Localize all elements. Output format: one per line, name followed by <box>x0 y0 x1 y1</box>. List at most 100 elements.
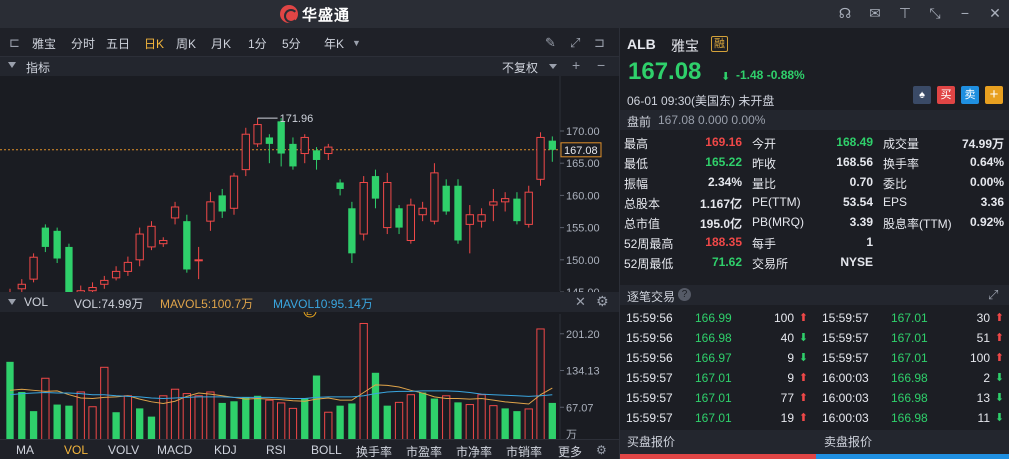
gear-icon[interactable]: ⚙ <box>596 443 607 457</box>
expand-icon[interactable]: ⤢ <box>570 35 580 51</box>
arrow-down-icon: ⬇ <box>994 412 1004 424</box>
volume-bar <box>359 322 368 445</box>
volume-bar <box>301 397 309 444</box>
stat-value: 168.49 <box>836 135 873 149</box>
volume-bar <box>182 393 191 445</box>
minimize-icon[interactable]: − <box>957 5 973 21</box>
stat-value: 0.70 <box>849 175 873 189</box>
candle-body <box>88 286 97 292</box>
indicator-tab[interactable]: 市净率 <box>456 443 492 459</box>
stat-key: PE(TTM) <box>752 195 801 209</box>
stat-value: 3.36 <box>980 195 1004 209</box>
close-indicator-icon[interactable]: ✕ <box>575 294 586 310</box>
restore-icon[interactable]: ⤡ <box>927 5 943 21</box>
stats-grid: 最高 169.16 今开 168.49 成交量 74.99万 最低 165.22 昨收 168.5… <box>620 132 1009 282</box>
period-tab-active[interactable]: 日K <box>144 35 164 52</box>
arrow-up-icon: ⬆ <box>994 352 1004 364</box>
volume-bar <box>206 391 215 445</box>
zoom-in-icon[interactable]: + <box>572 57 580 73</box>
shirt-icon[interactable]: ⊤ <box>897 5 913 21</box>
candle-body <box>454 185 462 241</box>
trade-row: 15:59:57 167.01 100 ⬆ <box>816 348 1009 368</box>
sell-button[interactable]: 卖 <box>961 86 979 104</box>
period-tab[interactable]: 5分 <box>282 35 301 52</box>
mail-icon[interactable]: ✉ <box>867 5 883 21</box>
period-tab[interactable]: 月K <box>211 35 231 52</box>
pencil-icon[interactable]: ✎ <box>545 35 556 51</box>
volume-bar <box>536 328 545 445</box>
indicator-tab[interactable]: KDJ <box>214 443 237 457</box>
candle-body <box>477 214 486 222</box>
indicator-bar: 指标 不复权 + − <box>0 57 619 76</box>
chevron-down-icon[interactable] <box>549 64 557 69</box>
period-tab[interactable]: 五日 <box>106 35 130 52</box>
more-tab[interactable]: 更多 <box>558 443 582 459</box>
candle-body <box>29 256 38 280</box>
volume-bar <box>218 402 226 444</box>
trade-price: 167.01 <box>695 411 732 425</box>
indicator-label[interactable]: 指标 <box>26 59 50 76</box>
stat-value: NYSE <box>840 255 873 269</box>
chevron-down-icon[interactable]: ▼ <box>352 38 361 48</box>
brand: 华盛通 <box>280 4 350 24</box>
toolbar-stock-name[interactable]: 雅宝 <box>32 35 56 52</box>
tick-trades-title: 逐笔交易 <box>627 290 676 304</box>
close-icon[interactable]: ✕ <box>987 5 1003 21</box>
gear-icon[interactable]: ⚙ <box>596 293 609 310</box>
period-tab[interactable]: 1分 <box>248 35 267 52</box>
indicator-tab[interactable]: 市销率 <box>506 443 542 459</box>
trade-time: 15:59:56 <box>626 311 673 325</box>
indicator-tab[interactable]: MACD <box>157 443 192 457</box>
volume-bar <box>41 377 50 445</box>
trade-row: 16:00:03 166.98 11 ⬇ <box>816 408 1009 428</box>
quote-datetime: 06-01 09:30(美国东) 未开盘 <box>627 94 775 108</box>
arrow-up-icon: ⬆ <box>798 392 808 404</box>
stat-key: 量比 <box>752 177 777 191</box>
indicator-tab[interactable]: MA <box>16 443 34 457</box>
stat-key: 每手 <box>752 237 777 251</box>
collapse-right-icon[interactable]: ⊐ <box>594 35 605 51</box>
mavol10-legend: MAVOL10:95.14万 <box>273 297 373 311</box>
trade-price: 166.98 <box>695 331 732 345</box>
indicator-tab[interactable]: 换手率 <box>356 443 392 459</box>
add-watchlist-button[interactable]: + <box>985 86 1003 104</box>
kline-chart[interactable]: 170.00165.00160.00155.00150.00145.00167.… <box>0 76 619 459</box>
candle-body <box>430 172 439 222</box>
y-tick-label: 155.00 <box>566 223 600 235</box>
expand-icon[interactable]: ⤢ <box>988 287 998 303</box>
zoom-out-icon[interactable]: − <box>597 57 605 73</box>
period-dropdown[interactable]: 年K <box>324 35 344 52</box>
ask-ratio-bar <box>816 454 1009 459</box>
buy-button[interactable]: 买 <box>937 86 955 104</box>
bell-icon[interactable]: ♠ <box>913 86 931 104</box>
indicator-tab[interactable]: RSI <box>266 443 286 457</box>
indicator-tab[interactable]: BOLL <box>311 443 342 457</box>
ask-label: 卖盘报价 <box>824 435 873 449</box>
trade-row: 15:59:56 166.97 9 ⬇ <box>620 348 814 368</box>
candle-body <box>183 221 191 270</box>
volume-bar <box>123 395 133 445</box>
trade-row: 15:59:56 166.99 100 ⬆ <box>620 308 814 328</box>
volume-bar <box>430 398 439 444</box>
period-tab[interactable]: 周K <box>176 35 196 52</box>
indicator-tabs: MA VOL VOLV MACD KDJ RSI BOLL 换手率 市盈率 市净… <box>0 439 619 459</box>
collapse-triangle-icon[interactable] <box>8 62 16 68</box>
adjust-dropdown[interactable]: 不复权 <box>502 59 538 76</box>
indicator-tab-active[interactable]: VOL <box>64 443 88 457</box>
headset-icon[interactable]: ☊ <box>837 5 853 21</box>
volume-bar <box>394 401 404 445</box>
candle-body <box>17 283 26 290</box>
candle-body <box>524 191 533 225</box>
stat-key: 52周最低 <box>624 257 674 271</box>
collapse-left-icon[interactable]: ⊏ <box>9 35 20 51</box>
trade-time: 15:59:57 <box>626 371 673 385</box>
arrow-down-icon: ⬇ <box>994 392 1004 404</box>
help-icon[interactable]: ? <box>678 288 691 301</box>
trade-time: 15:59:57 <box>626 391 673 405</box>
collapse-triangle-icon[interactable] <box>8 299 16 305</box>
period-tab[interactable]: 分时 <box>71 35 95 52</box>
indicator-tab[interactable]: VOLV <box>108 443 139 457</box>
candle-body <box>371 176 380 199</box>
trade-qty: 77 <box>780 391 794 405</box>
indicator-tab[interactable]: 市盈率 <box>406 443 442 459</box>
